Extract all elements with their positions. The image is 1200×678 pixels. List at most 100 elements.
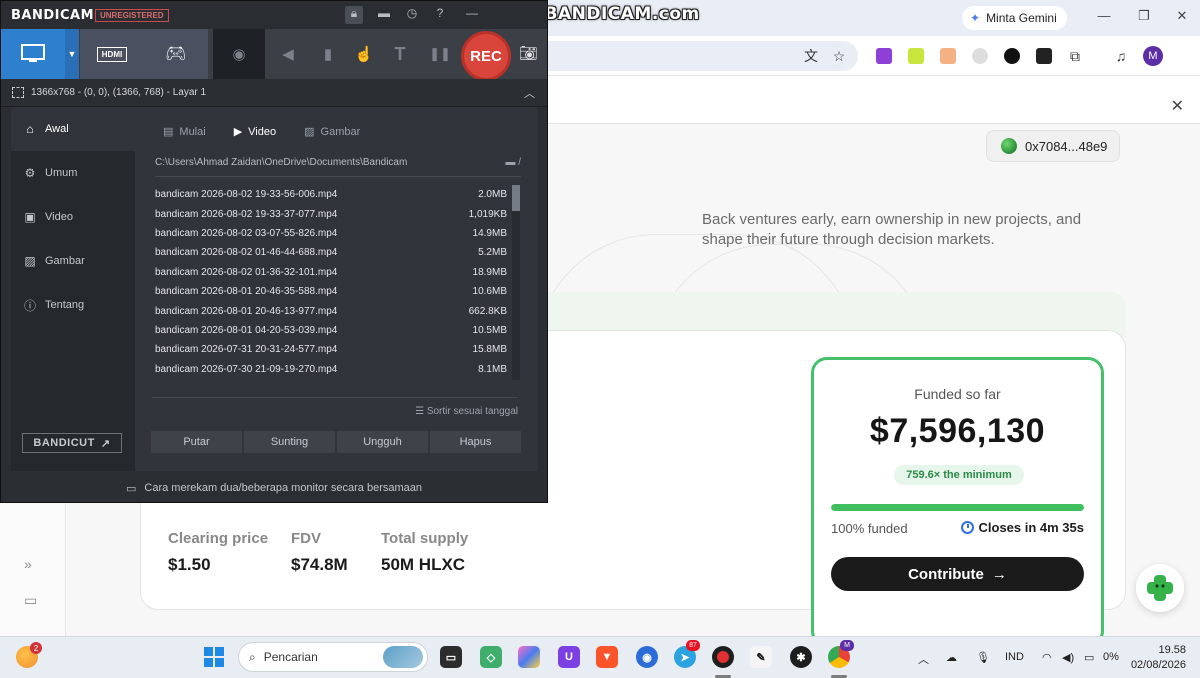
contribute-button[interactable]: Contribute → (831, 557, 1084, 591)
language-indicator[interactable]: IND (1005, 651, 1024, 663)
clock-icon[interactable]: ◷ (403, 6, 421, 24)
file-name: bandicam 2026-07-31 20-31-24-577.mp4 (155, 344, 338, 356)
sort-by-date-button[interactable]: ☰ Sortir sesuai tanggal (152, 397, 518, 417)
task-view-icon[interactable]: ▭ (440, 646, 462, 668)
browser-icon[interactable]: ◉ (636, 646, 658, 668)
capture-region-bar: 1366x768 - (0, 0), (1366, 768) - Layar 1… (1, 79, 547, 107)
media-control-icon[interactable]: ♫ (1110, 45, 1132, 67)
play-button[interactable]: Putar (151, 431, 242, 453)
stat-label: FDV (291, 530, 321, 547)
sidebar-item-awal[interactable]: ⌂ Awal (11, 107, 135, 151)
arrow-right-icon: → (991, 565, 1007, 583)
pause-icon[interactable]: ❚❚ (425, 29, 455, 79)
profile-avatar[interactable]: M (1143, 46, 1163, 66)
folder-icon[interactable]: ▬ (375, 6, 393, 24)
app-icon[interactable]: U (558, 646, 580, 668)
sidebar-item-gambar[interactable]: ▨ Gambar (11, 239, 135, 283)
assistant-float-button[interactable] (1136, 564, 1184, 612)
camera-icon[interactable]: 📷︎ (519, 44, 538, 62)
taskbar-search[interactable]: ⌕ Pencarian (238, 642, 428, 672)
battery-icon[interactable]: ▭ (1084, 651, 1094, 664)
mouse-cursor-icon[interactable]: ☝ (349, 29, 379, 79)
help-icon[interactable]: ? (431, 6, 449, 24)
upload-button[interactable]: Ungguh (337, 431, 428, 453)
lock-icon[interactable]: 🔒︎ (345, 6, 363, 24)
chevron-up-icon[interactable]: ︿ (524, 85, 535, 101)
wifi-icon[interactable]: ◠ (1042, 651, 1052, 664)
file-row[interactable]: bandicam 2026-08-01 20-46-13-977.mp4 662.… (155, 301, 507, 320)
screen-mode-button[interactable] (1, 29, 65, 79)
open-folder-icon[interactable]: ▬ / (505, 157, 521, 168)
translate-icon[interactable]: 文 (800, 45, 822, 67)
system-clock[interactable]: 19.58 02/08/2026 (1131, 643, 1186, 673)
file-row[interactable]: bandicam 2026-08-01 20-46-35-588.mp4 10.6… (155, 282, 507, 301)
tab-gambar[interactable]: ▨ Gambar (292, 125, 376, 139)
hdmi-mode-button[interactable]: HDMI (80, 29, 144, 79)
file-row[interactable]: bandicam 2026-08-02 01-46-44-688.mp4 5.2M… (155, 243, 507, 262)
external-link-icon: ↗ (100, 437, 111, 450)
battery-percent: 0% (1103, 651, 1119, 663)
file-name: bandicam 2026-08-02 19-33-37-077.mp4 (155, 208, 338, 220)
expand-chevron-icon[interactable]: » (24, 556, 32, 572)
file-row[interactable]: bandicam 2026-08-02 01-36-32-101.mp4 18.9… (155, 263, 507, 282)
file-row[interactable]: bandicam 2026-07-30 21-09-19-270.mp4 8.1M… (155, 360, 507, 379)
gemini-button[interactable]: ✦ Minta Gemini (962, 6, 1067, 30)
copilot-icon[interactable] (518, 646, 540, 668)
bandicam-tip[interactable]: ▭ Cara merekam dua/beberapa monitor seca… (1, 473, 547, 503)
sidebar-item-video[interactable]: ▣ Video (11, 195, 135, 239)
tab-mulai[interactable]: ▤ Mulai (151, 125, 222, 139)
brave-browser-icon[interactable]: ▼ (596, 646, 618, 668)
file-list-scrollbar[interactable] (512, 185, 520, 380)
sidebar-item-umum[interactable]: ⚙ Umum (11, 151, 135, 195)
bandicut-button[interactable]: BANDICUT ↗ (22, 433, 122, 453)
file-name: bandicam 2026-08-02 01-46-44-688.mp4 (155, 247, 338, 259)
close-window-button[interactable]: ✕ (1172, 8, 1192, 24)
text-overlay-icon[interactable]: T (385, 29, 415, 79)
extension-icon[interactable] (876, 48, 892, 64)
file-row[interactable]: bandicam 2026-08-02 19-33-37-077.mp4 1,01… (155, 204, 507, 223)
app-icon[interactable]: ◇ (480, 646, 502, 668)
microphone-icon[interactable]: 🎙︎ (976, 651, 990, 664)
extension-icon[interactable] (940, 48, 956, 64)
tab-label: Gambar (320, 125, 361, 138)
bandicam-titlebar: BANDICAM UNREGISTERED 🔒︎ ▬ ◷ ? — (1, 1, 547, 29)
speaker-icon[interactable]: ◀ (273, 29, 303, 79)
extension-icon[interactable] (908, 48, 924, 64)
video-icon: ▶ (233, 126, 243, 138)
extension-icon[interactable] (1036, 48, 1052, 64)
extension-icon[interactable] (1004, 48, 1020, 64)
minimize-button[interactable]: — (1094, 8, 1114, 23)
file-row[interactable]: bandicam 2026-07-31 20-31-24-577.mp4 15.8… (155, 340, 507, 359)
chevron-down-icon[interactable]: ▼ (65, 29, 79, 79)
edit-button[interactable]: Sunting (244, 431, 335, 453)
delete-button[interactable]: Hapus (430, 431, 521, 453)
file-row[interactable]: bandicam 2026-08-01 04-20-53-039.mp4 10.5… (155, 321, 507, 340)
sidebar-item-tentang[interactable]: ⓘ Tentang (11, 283, 135, 327)
file-row[interactable]: bandicam 2026-08-02 03-07-55-826.mp4 14.9… (155, 224, 507, 243)
windows-start-icon[interactable] (204, 647, 224, 667)
game-mode-button[interactable]: 🎮︎ (144, 29, 208, 79)
stat-value: $1.50 (168, 555, 211, 574)
app-icon[interactable]: ✱ (790, 646, 812, 668)
app-icon[interactable]: ✎ (750, 646, 772, 668)
monitor-icon[interactable]: ▭ (24, 592, 37, 609)
bandicam-icon[interactable] (712, 646, 734, 668)
extension-icon[interactable] (972, 48, 988, 64)
cloud-icon[interactable]: ☁ (946, 651, 957, 664)
file-row[interactable]: bandicam 2026-08-02 19-33-56-006.mp4 2.0M… (155, 185, 507, 204)
record-button[interactable]: REC (461, 31, 511, 81)
webcam-icon[interactable]: ◉ (213, 29, 265, 79)
close-icon[interactable]: ✕ (1171, 96, 1184, 116)
scrollbar-thumb[interactable] (512, 185, 520, 211)
chevron-up-icon[interactable]: ︿ (918, 651, 929, 667)
extensions-puzzle-icon[interactable]: ⧉ (1064, 45, 1086, 67)
volume-icon[interactable]: ◀) (1062, 651, 1074, 664)
bookmark-star-icon[interactable]: ☆ (828, 45, 850, 67)
microphone-icon[interactable]: ▮ (313, 29, 343, 79)
minimize-icon[interactable]: — (463, 6, 481, 24)
closing-countdown: Closes in 4m 35s (960, 520, 1084, 535)
maximize-button[interactable]: ❐ (1134, 8, 1154, 24)
funding-label: Funded so far (914, 386, 1001, 402)
tab-video[interactable]: ▶ Video (222, 125, 292, 139)
wallet-button[interactable]: 0x7084...48e9 (986, 130, 1121, 162)
